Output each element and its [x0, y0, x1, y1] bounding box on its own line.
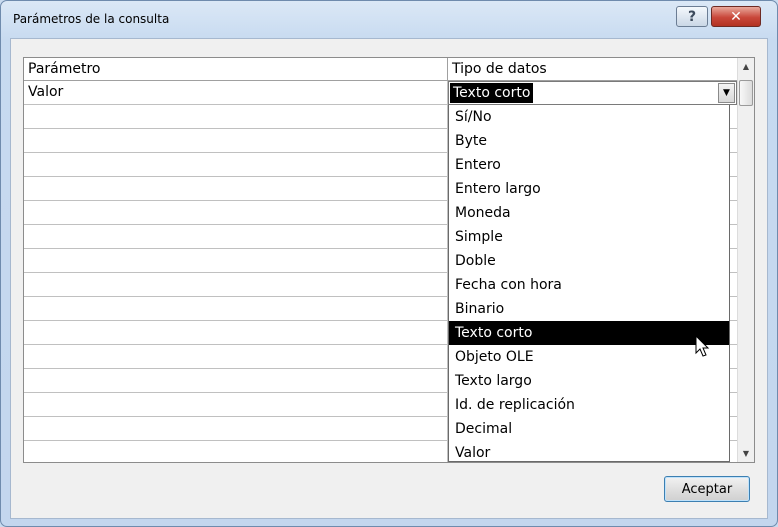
dropdown-option[interactable]: Doble: [449, 249, 729, 273]
mouse-cursor-icon: [695, 335, 710, 357]
help-button[interactable]: ?: [676, 6, 708, 27]
close-button[interactable]: ✕: [711, 6, 761, 27]
data-type-dropdown-list[interactable]: Sí/No Byte Entero Entero largo Moneda Simple D…: [448, 105, 730, 462]
parameter-cell[interactable]: [24, 321, 448, 345]
dropdown-option[interactable]: Valor: [449, 441, 729, 462]
question-icon: ?: [687, 8, 697, 25]
parameter-cell[interactable]: [24, 249, 448, 273]
accept-button[interactable]: Aceptar: [664, 476, 750, 502]
close-icon: ✕: [730, 8, 742, 25]
parameter-cell[interactable]: [24, 129, 448, 153]
dialog-window: Parámetros de la consulta ? ✕ Parámetro …: [0, 0, 778, 527]
dropdown-option[interactable]: Byte: [449, 129, 729, 153]
parameter-cell[interactable]: [24, 297, 448, 321]
chevron-down-icon: ▼: [742, 449, 750, 458]
dropdown-option[interactable]: Moneda: [449, 201, 729, 225]
dropdown-option[interactable]: Objeto OLE: [449, 345, 729, 369]
dropdown-option[interactable]: Binario: [449, 297, 729, 321]
parameter-cell[interactable]: Valor: [24, 81, 448, 105]
parameter-cell[interactable]: [24, 201, 448, 225]
dropdown-option[interactable]: Entero: [449, 153, 729, 177]
dropdown-option[interactable]: Texto corto: [449, 321, 729, 345]
column-header-parameter[interactable]: Parámetro: [24, 58, 448, 80]
parameter-cell[interactable]: [24, 177, 448, 201]
dropdown-option[interactable]: Entero largo: [449, 177, 729, 201]
parameter-cell[interactable]: [24, 345, 448, 369]
title-bar: Parámetros de la consulta ? ✕: [1, 1, 777, 37]
combobox-selected-value: Texto corto: [450, 83, 534, 103]
parameter-cell[interactable]: [24, 225, 448, 249]
scroll-up-button[interactable]: ▲: [738, 58, 754, 75]
scroll-thumb[interactable]: [739, 80, 753, 106]
dropdown-option[interactable]: Id. de replicación: [449, 393, 729, 417]
parameter-cell[interactable]: [24, 369, 448, 393]
dialog-client-area: Parámetro Tipo de datos Valor Texto cort…: [10, 38, 768, 519]
window-title: Parámetros de la consulta: [13, 12, 170, 26]
parameter-cell[interactable]: [24, 153, 448, 177]
vertical-scrollbar[interactable]: ▲ ▼: [737, 58, 754, 462]
parameter-cell[interactable]: [24, 417, 448, 441]
grid-header: Parámetro Tipo de datos: [24, 58, 737, 81]
column-header-data-type[interactable]: Tipo de datos: [448, 58, 737, 80]
chevron-down-icon: ▼: [723, 88, 730, 98]
parameter-cell[interactable]: [24, 441, 448, 462]
parameter-cell[interactable]: [24, 393, 448, 417]
dropdown-option[interactable]: Simple: [449, 225, 729, 249]
dropdown-option[interactable]: Decimal: [449, 417, 729, 441]
parameters-grid: Parámetro Tipo de datos Valor Texto cort…: [23, 57, 755, 463]
dropdown-option[interactable]: Texto largo: [449, 369, 729, 393]
dropdown-toggle-button[interactable]: ▼: [718, 83, 735, 103]
scroll-down-button[interactable]: ▼: [738, 445, 754, 462]
data-type-combobox[interactable]: Texto corto ▼: [448, 81, 737, 105]
chevron-up-icon: ▲: [742, 62, 750, 71]
parameter-cell[interactable]: [24, 105, 448, 129]
parameter-cell[interactable]: [24, 273, 448, 297]
dropdown-option[interactable]: Fecha con hora: [449, 273, 729, 297]
dropdown-option[interactable]: Sí/No: [449, 105, 729, 129]
